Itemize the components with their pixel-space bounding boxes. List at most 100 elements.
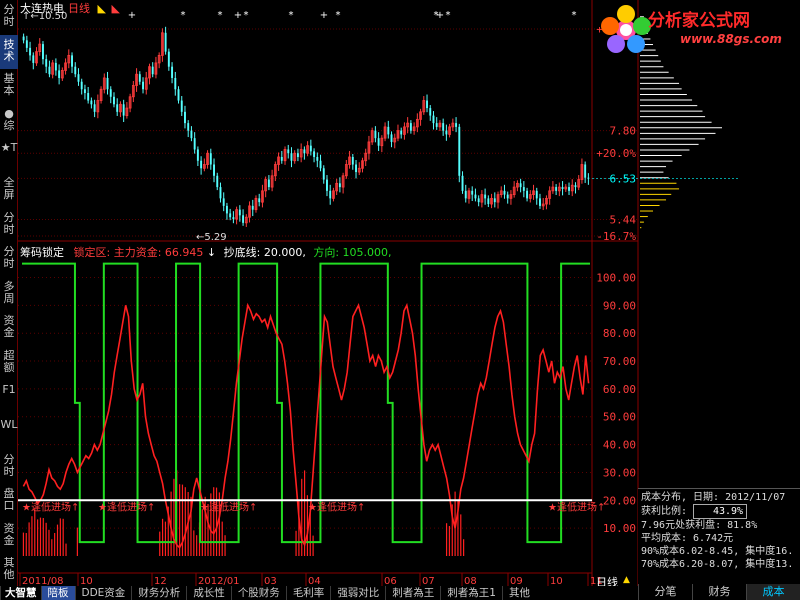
event-marker[interactable]: * [336,10,341,21]
flag-icon-2[interactable]: ◣ [111,2,119,15]
candle [267,179,270,188]
bottom-tab-9[interactable]: 刺者為王1 [440,586,502,600]
candle [522,187,525,191]
candle [80,81,83,90]
candle [222,198,225,206]
stock-period[interactable]: 日线 [68,2,90,15]
candle [535,190,538,199]
candle [216,175,219,188]
tab-cost[interactable]: 成本 [746,584,800,600]
bottom-tab-7[interactable]: 强弱对比 [330,586,385,600]
event-marker[interactable]: * [218,10,223,21]
indicator-axis-label: 70.00 [603,355,636,368]
period-up-icon[interactable]: ▲ [623,575,630,585]
candle [338,183,341,188]
candle [390,134,393,142]
candle [74,66,77,75]
cost-info-title: 成本分布, 日期: 2012/11/07 [641,492,786,503]
candle [429,108,432,116]
bottom-tab-6[interactable]: 毛利率 [285,586,331,600]
left-sidebar: 分时 技术 基本 ●综 ★T 全屏 分时 分时 多周 资金 超额 F1 WL 分时 盘口 资金 其他 [0,0,18,588]
event-marker[interactable]: + [320,10,328,21]
candle [555,187,558,191]
left-tab-16[interactable]: 其他 [0,553,18,588]
cost-info-box: 成本分布, 日期: 2012/11/07 获利比例: 43.9% 7.96元处获… [638,488,800,584]
direction-label: 方向: 105.000, [313,246,392,259]
candle [25,40,28,48]
candle [484,194,487,199]
candle [209,153,212,165]
candle [355,164,357,173]
event-marker[interactable]: * [289,10,294,21]
bottom-tab-8[interactable]: 刺者為王 [385,586,440,600]
candle [309,145,312,152]
left-tab-6[interactable]: 分时 [0,208,18,243]
left-tab-5[interactable]: 全屏 [0,173,18,208]
logo-url[interactable]: www.88gs.com [680,32,782,46]
bottom-tab-bar: 大智慧 陪板 DDE资金 财务分析 成长性 个股财务 毛利率 强弱对比 刺者為王 刺者為王1 其他 [0,586,638,600]
candle [377,138,380,146]
right-panel-tabs: 分笔 财务 成本 [638,584,800,600]
left-tab-7[interactable]: 分时 [0,242,18,277]
candle [326,179,328,191]
left-tab-8[interactable]: 多周 [0,277,18,312]
event-marker[interactable]: + [436,10,444,21]
candle [374,130,377,139]
candle [322,168,325,180]
left-tab-14[interactable]: 盘口 [0,484,18,519]
bottom-tab-10[interactable]: 其他 [502,586,536,600]
event-marker[interactable]: * [181,10,186,21]
candle [42,44,44,60]
flag-icon[interactable]: ◣ [98,2,106,15]
candle [251,205,254,210]
bottom-tab-3[interactable]: 财务分析 [131,586,186,600]
left-tab-10[interactable]: 超额 [0,346,18,381]
candle [584,164,587,178]
bottom-tab-5[interactable]: 个股财务 [230,586,286,600]
left-tab-12[interactable]: WL [0,415,18,450]
down-arrow-icon: ↓ [206,246,217,259]
price-axis-label: 5.44 [610,213,637,226]
bottom-tab-2[interactable]: DDE资金 [74,586,132,600]
candle [22,36,25,41]
indicator-name[interactable]: 筹码锁定 [20,246,64,259]
candle [574,185,577,188]
candle [242,215,245,223]
candle [71,55,73,67]
low-price-marker: ←5.29 [196,232,227,243]
bottom-tab-0[interactable]: 大智慧 [0,586,41,600]
left-tab-9[interactable]: 资金 [0,311,18,346]
candle [471,190,474,195]
event-marker[interactable]: * [572,10,577,21]
event-marker[interactable]: + [234,10,242,21]
signal-label-5: ★逢低进场↑ [548,500,605,513]
left-tab-2[interactable]: 基本 [0,69,18,104]
left-tab-15[interactable]: 资金 [0,519,18,554]
tab-finance[interactable]: 财务 [692,584,746,600]
signal-label-2: ★逢低进场↑ [98,500,155,513]
candle [458,126,461,176]
tab-trades[interactable]: 分笔 [638,584,692,600]
left-tab-13[interactable]: 分时 [0,450,18,485]
left-tab-3[interactable]: ●综 [0,104,18,139]
candle [193,138,196,150]
event-marker[interactable]: * [446,10,451,21]
candle [219,187,222,199]
event-marker[interactable]: + [128,10,136,21]
profit-ratio-row: 获利比例: 43.9% [641,504,797,519]
event-marker[interactable]: * [244,10,249,21]
candle [138,74,141,82]
lock-label: 锁定区: 主力资金: 66.945 [73,246,204,259]
left-tab-0[interactable]: 分时 [0,0,18,35]
left-tab-4[interactable]: ★T [0,138,18,173]
left-tab-11[interactable]: F1 [0,380,18,415]
candle [464,190,467,199]
bottom-tab-4[interactable]: 成长性 [186,586,231,600]
candle [526,190,529,199]
bottom-tab-1[interactable]: 陪板 [40,586,75,600]
left-tab-1[interactable]: 技术 [0,34,18,70]
candle [519,183,522,188]
profit-ratio-value: 43.9% [693,504,748,519]
candle [503,190,506,195]
candle [432,115,435,124]
